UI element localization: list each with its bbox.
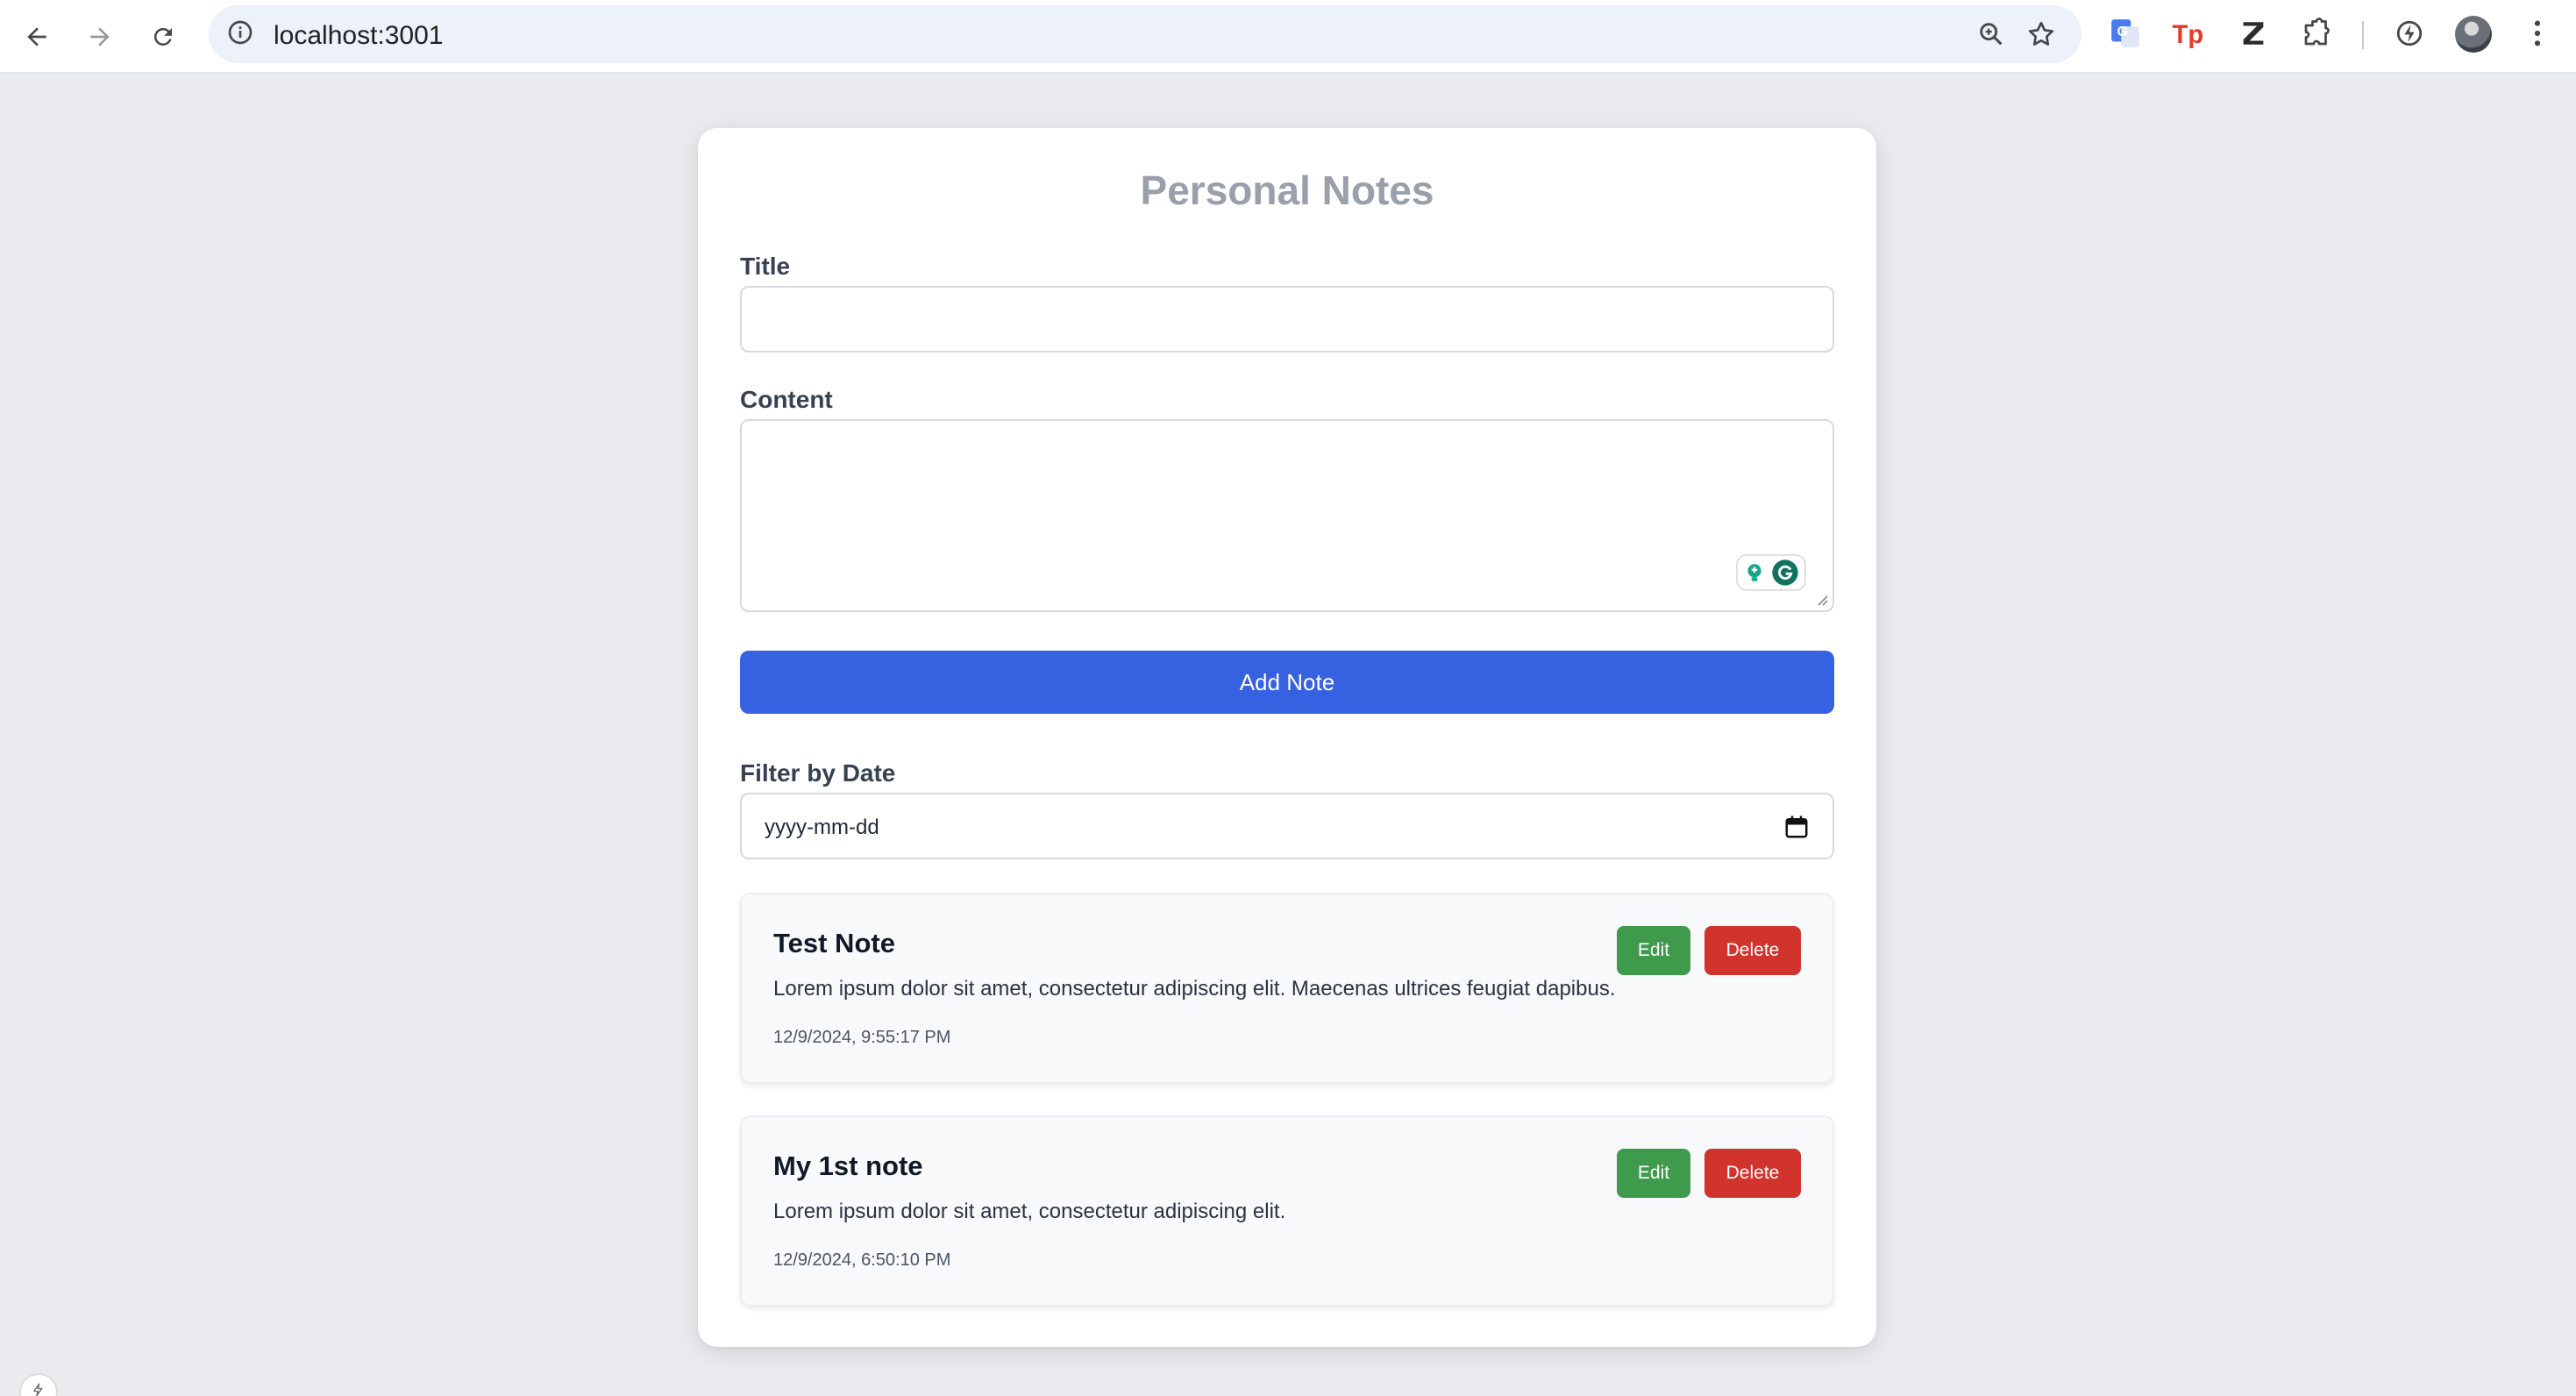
google-translate-icon[interactable]: G — [2106, 14, 2145, 53]
url-text: localhost:3001 — [274, 21, 444, 50]
reload-icon — [153, 27, 172, 46]
note-date: 12/9/2024, 6:50:10 PM — [773, 1250, 951, 1270]
notes-card: Personal Notes Title Content Add Note Fi… — [698, 128, 1876, 1347]
puzzle-icon[interactable] — [2297, 14, 2336, 53]
note-card: Test Note Edit Delete Lorem ipsum dolor … — [740, 893, 1834, 1084]
arrow-right-icon — [90, 27, 110, 46]
note-date: 12/9/2024, 9:55:17 PM — [773, 1028, 951, 1047]
note-title: Test Note — [773, 928, 895, 958]
grammarly-widget[interactable] — [1736, 554, 1806, 591]
forward-button[interactable] — [79, 16, 121, 58]
edit-button[interactable]: Edit — [1617, 926, 1690, 975]
edit-button[interactable]: Edit — [1617, 1149, 1690, 1198]
content-textarea[interactable] — [740, 419, 1834, 612]
address-bar[interactable]: localhost:3001 — [209, 5, 2081, 63]
info-icon[interactable] — [226, 18, 254, 51]
svg-text:Tp: Tp — [2173, 21, 2204, 49]
kebab-menu-icon[interactable] — [2518, 14, 2557, 53]
delete-button[interactable]: Delete — [1704, 1149, 1801, 1198]
zoom-icon[interactable] — [1976, 19, 2006, 53]
note-card: My 1st note Edit Delete Lorem ipsum dolo… — [740, 1115, 1834, 1307]
date-filter-input[interactable]: yyyy-mm-dd — [740, 793, 1834, 859]
lightning-icon[interactable] — [19, 1373, 58, 1396]
grammarly-icon — [1772, 559, 1798, 586]
delete-button[interactable]: Delete — [1704, 926, 1801, 975]
toolbar-separator — [2362, 21, 2364, 49]
star-icon[interactable] — [2025, 18, 2057, 54]
svg-text:G: G — [2117, 25, 2128, 39]
back-button[interactable] — [16, 16, 58, 58]
title-input[interactable] — [740, 286, 1834, 353]
reload-button[interactable] — [142, 16, 184, 58]
profile-avatar[interactable] — [2455, 16, 2492, 53]
note-content: Lorem ipsum dolor sit amet, consectetur … — [773, 1200, 1286, 1223]
performance-icon[interactable] — [2390, 14, 2429, 53]
title-label: Title — [740, 253, 791, 280]
note-content: Lorem ipsum dolor sit amet, consectetur … — [773, 977, 1616, 1001]
add-note-button[interactable]: Add Note — [740, 651, 1834, 714]
calendar-icon[interactable] — [1783, 814, 1810, 840]
lightbulb-icon — [1747, 564, 1761, 581]
resize-handle-icon[interactable] — [1815, 593, 1829, 607]
tp-extension-icon[interactable]: Tp — [2169, 14, 2208, 53]
z-extension-icon[interactable] — [2234, 14, 2273, 53]
filter-label: Filter by Date — [740, 759, 896, 787]
browser-toolbar: localhost:3001 G Tp — [0, 0, 2576, 74]
content-label: Content — [740, 386, 833, 413]
arrow-left-icon — [27, 27, 46, 46]
date-placeholder: yyyy-mm-dd — [765, 816, 879, 839]
page-title: Personal Notes — [1140, 167, 1434, 213]
note-title: My 1st note — [773, 1150, 923, 1181]
